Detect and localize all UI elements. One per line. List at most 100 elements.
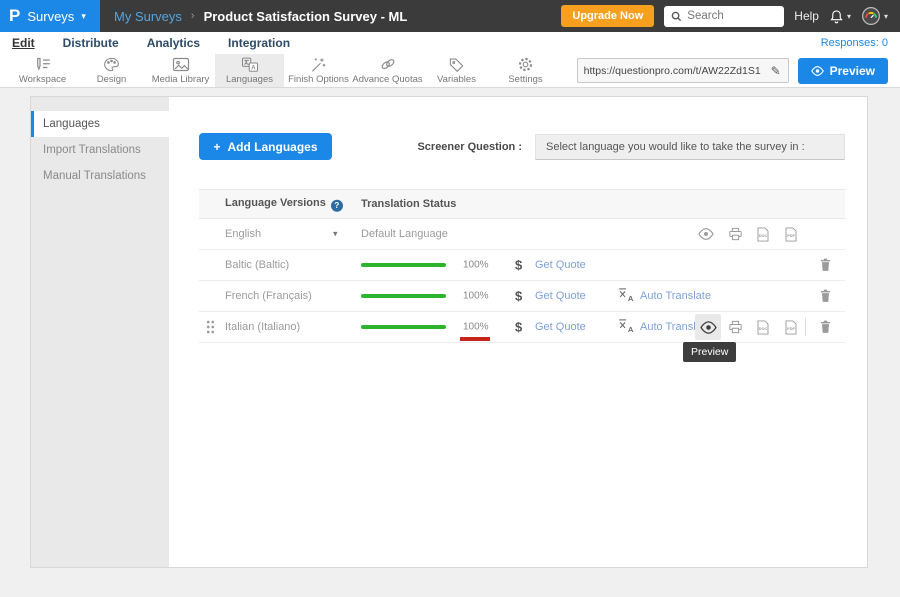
svg-text:PDF: PDF	[787, 326, 795, 331]
sidebar-item-languages[interactable]: Languages	[31, 111, 169, 137]
toolbar-variables[interactable]: Variables	[422, 54, 491, 87]
questionpro-logo: P	[9, 6, 20, 26]
get-quote-link[interactable]: Get Quote	[535, 321, 586, 333]
settings-icon	[517, 57, 534, 72]
export-pdf-button[interactable]: PDF	[780, 223, 802, 245]
doc-file-icon: DOC	[756, 227, 770, 242]
notifications-button[interactable]: ▾	[829, 9, 851, 24]
export-pdf-button[interactable]: PDF	[780, 316, 802, 338]
sidebar-item-manual-translations[interactable]: Manual Translations	[31, 163, 169, 189]
doc-file-icon: DOC	[756, 320, 770, 335]
tab-integration[interactable]: Integration	[228, 36, 290, 50]
toolbar-label: Workspace	[19, 74, 66, 85]
survey-url[interactable]: https://questionpro.com/t/AW22Zd1S1	[578, 65, 764, 77]
add-languages-button[interactable]: + Add Languages	[199, 133, 332, 160]
plus-icon: +	[213, 140, 220, 154]
preview-button[interactable]: Preview	[798, 58, 888, 84]
export-doc-button[interactable]: DOC	[752, 316, 774, 338]
edit-url-icon[interactable]: ✎	[764, 64, 788, 78]
variables-icon	[448, 57, 465, 72]
sidebar-item-import-translations[interactable]: Import Translations	[31, 137, 169, 163]
languages-icon: A	[241, 57, 259, 72]
toolbar-label: Languages	[226, 74, 273, 85]
toolbar-settings[interactable]: Settings	[491, 54, 560, 87]
tab-edit[interactable]: Edit	[12, 36, 35, 50]
col-translation-status: Translation Status	[361, 198, 456, 210]
toolbar-languages[interactable]: A Languages	[215, 54, 284, 87]
language-versions-table: Language Versions? Translation Status En…	[199, 189, 845, 343]
upgrade-now-button[interactable]: Upgrade Now	[561, 5, 654, 27]
toolbar-label: Variables	[437, 74, 476, 85]
get-quote-link[interactable]: Get Quote	[535, 290, 586, 302]
toolbar-finish-options[interactable]: Finish Options	[284, 54, 353, 87]
trash-icon	[819, 289, 832, 303]
sidebar-item-label: Languages	[43, 118, 100, 130]
preview-language-button[interactable]	[695, 314, 721, 340]
toolbar-workspace[interactable]: Workspace	[8, 54, 77, 87]
print-language-button[interactable]	[724, 316, 746, 338]
toolbar-label: Finish Options	[288, 74, 349, 85]
get-quote-link[interactable]: Get Quote	[535, 259, 586, 271]
page-body: Languages Import Translations Manual Tra…	[0, 88, 900, 597]
table-header: Language Versions? Translation Status	[199, 189, 845, 219]
translation-percent: 100%	[463, 322, 489, 333]
language-name: Baltic (Baltic)	[225, 259, 289, 271]
breadcrumb-separator-icon: ›	[191, 10, 195, 22]
toolbar-design[interactable]: Design	[77, 54, 146, 87]
language-name: French (Français)	[225, 290, 312, 302]
pdf-file-icon: PDF	[784, 320, 798, 335]
delete-language-button[interactable]	[814, 254, 836, 276]
table-row-baltic: Baltic (Baltic) 100% $ Get Quote	[199, 250, 845, 281]
dollar-icon: $	[515, 258, 522, 273]
add-languages-label: Add Languages	[228, 140, 318, 154]
table-row-french: French (Français) 100% $ Get Quote A Aut…	[199, 281, 845, 312]
svg-text:A: A	[628, 294, 634, 302]
help-link[interactable]: Help	[794, 9, 819, 23]
global-search[interactable]	[664, 6, 784, 27]
toolbar-label: Settings	[508, 74, 542, 85]
screener-question-label: Screener Question :	[417, 141, 522, 153]
account-menu[interactable]: ▾	[861, 6, 888, 26]
help-icon[interactable]: ?	[331, 199, 343, 211]
translation-percent: 100%	[463, 260, 489, 271]
toolbar-media-library[interactable]: Media Library	[146, 54, 215, 87]
languages-sidebar: Languages Import Translations Manual Tra…	[31, 97, 169, 567]
avatar	[861, 6, 881, 26]
survey-nav: Edit Distribute Analytics Integration Re…	[0, 32, 900, 54]
sidebar-item-label: Manual Translations	[43, 170, 146, 182]
translation-progress-bar	[361, 325, 446, 329]
export-doc-button[interactable]: DOC	[752, 223, 774, 245]
printer-icon	[728, 320, 743, 334]
breadcrumb-my-surveys[interactable]: My Surveys	[114, 9, 182, 24]
bell-icon	[829, 9, 844, 24]
delete-language-button[interactable]	[814, 285, 836, 307]
chevron-down-icon: ▾	[884, 12, 888, 21]
tab-analytics[interactable]: Analytics	[147, 36, 200, 50]
toolbar-label: Media Library	[152, 74, 210, 85]
svg-text:A: A	[251, 65, 256, 71]
delete-language-button[interactable]	[814, 316, 836, 338]
top-header: P Surveys ▾ My Surveys › Product Satisfa…	[0, 0, 900, 32]
design-icon	[103, 57, 120, 72]
eye-icon	[698, 228, 714, 240]
svg-text:PDF: PDF	[787, 233, 795, 238]
col-language-versions: Language Versions?	[225, 197, 343, 212]
search-input[interactable]	[687, 10, 772, 22]
chevron-down-icon: ▾	[847, 12, 851, 21]
preview-language-button[interactable]	[695, 223, 717, 245]
print-language-button[interactable]	[724, 223, 746, 245]
toolbar-label: Advance Quotas	[352, 74, 422, 85]
default-language-dropdown[interactable]: ▾	[333, 229, 338, 240]
languages-panel: Languages Import Translations Manual Tra…	[30, 96, 868, 568]
screener-question-field[interactable]: Select language you would like to take t…	[535, 134, 845, 160]
product-menu[interactable]: P Surveys ▾	[0, 0, 100, 32]
content-top-row: + Add Languages Screener Question : Sele…	[199, 133, 845, 160]
toolbar-advance-quotas[interactable]: Advance Quotas	[353, 54, 422, 87]
eye-icon	[811, 66, 824, 76]
tab-distribute[interactable]: Distribute	[63, 36, 119, 50]
eye-icon	[700, 321, 717, 334]
red-underline-annotation	[460, 337, 490, 341]
responses-count[interactable]: Responses: 0	[821, 37, 888, 49]
drag-handle[interactable]	[206, 320, 215, 335]
auto-translate-link[interactable]: Auto Translate	[640, 290, 711, 302]
